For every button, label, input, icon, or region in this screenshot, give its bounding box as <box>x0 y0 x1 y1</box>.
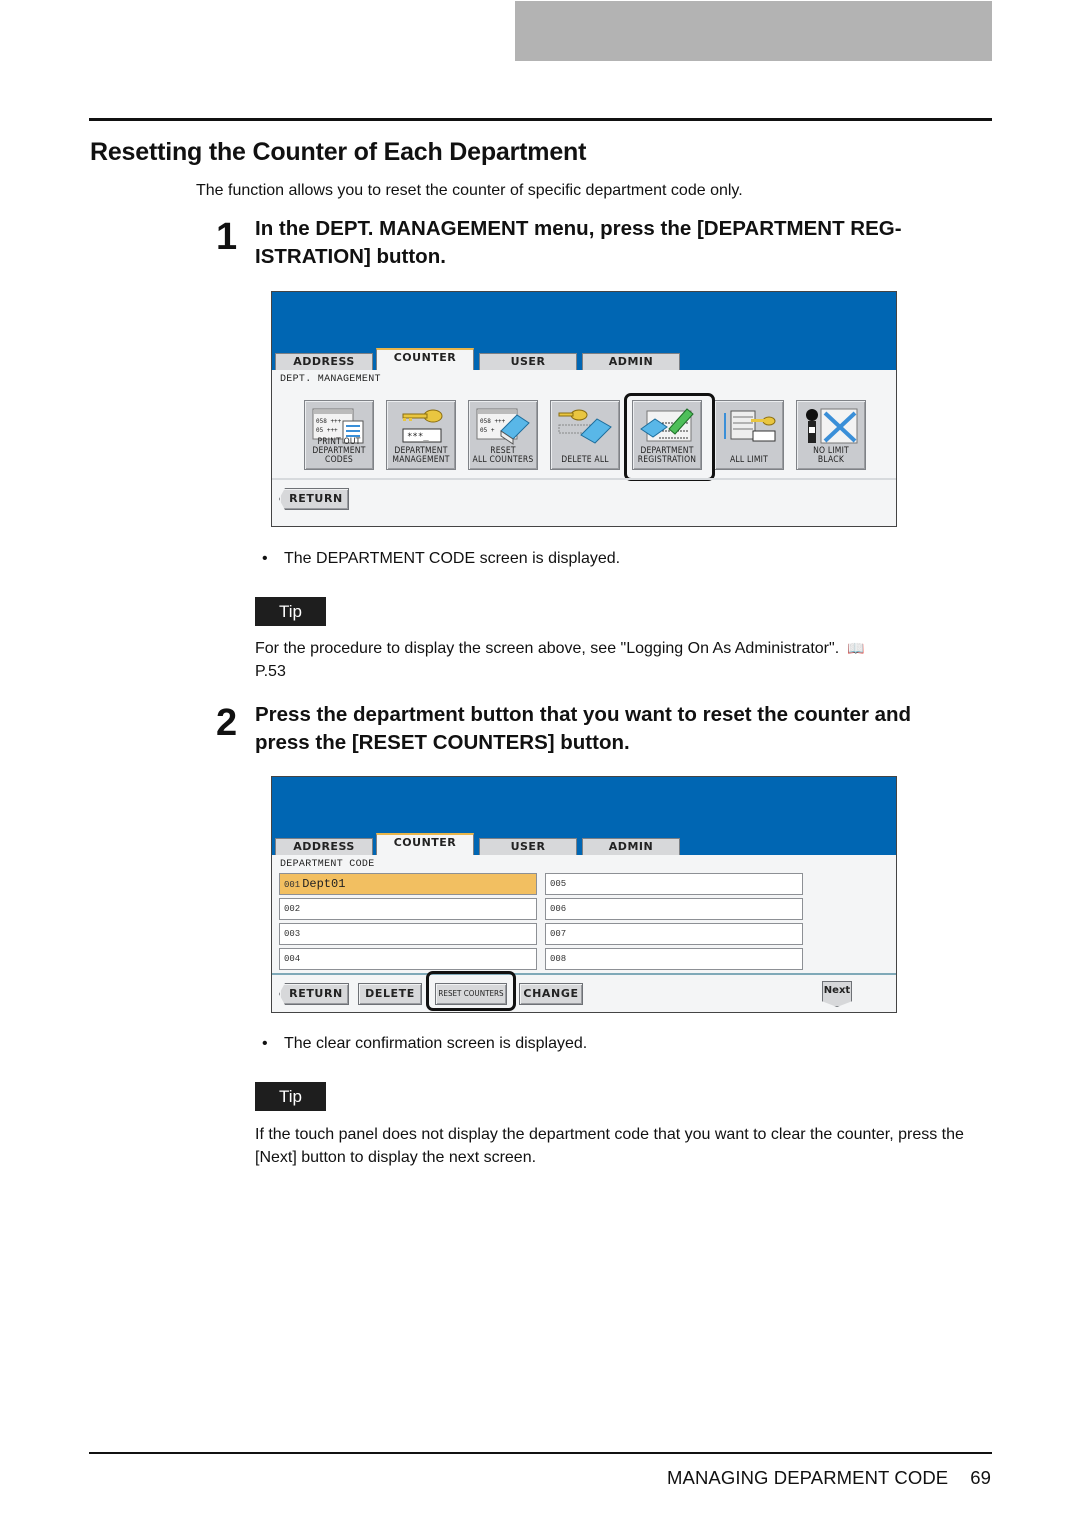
book-icon: 📖 <box>847 640 865 656</box>
page-number: 69 <box>970 1467 991 1488</box>
svg-text:05 +++: 05 +++ <box>316 427 338 434</box>
delete-all-button[interactable]: DELETE ALL <box>550 400 620 470</box>
intro-text: The function allows you to reset the cou… <box>196 182 743 199</box>
tab-user[interactable]: USER <box>479 838 577 855</box>
tab-counter[interactable]: COUNTER <box>376 348 474 370</box>
page-footer: MANAGING DEPARMENT CODE 69 <box>667 1467 991 1489</box>
toner-no-limit-icon <box>806 408 858 444</box>
department-cell[interactable]: 003 <box>279 923 537 945</box>
tip-badge: Tip <box>255 597 326 626</box>
function-label: PRINT OUT DEPARTMENT CODES <box>312 437 366 465</box>
tab-user[interactable]: USER <box>479 353 577 370</box>
function-label: NO LIMIT BLACK <box>813 446 849 465</box>
step-2-text: Press the department button that you wan… <box>255 703 912 754</box>
function-button-row: 058 +++ 05 +++ PRINT OUT DEPARTMENT CODE… <box>272 388 896 481</box>
department-management-button[interactable]: ***_ DEPARTMENT MANAGEMENT <box>386 400 456 470</box>
delete-button[interactable]: DELETE <box>358 983 422 1005</box>
section-title: Resetting the Counter of Each Department <box>90 138 587 166</box>
panel-header <box>272 292 896 348</box>
department-cell[interactable]: 008 <box>545 948 803 970</box>
reset-counters-icon: 058 +++ 05 + <box>476 408 530 445</box>
department-cell[interactable]: 006 <box>545 898 803 920</box>
paper-stack-key-icon <box>724 410 776 442</box>
bottom-bar: RETURN DELETE RESET COUNTERS CHANGE Next <box>272 971 896 1012</box>
department-cell[interactable]: 001 Dept01 <box>279 873 537 895</box>
step-1-result: • The DEPARTMENT CODE screen is displayed… <box>262 550 621 567</box>
department-grid: 001 Dept01 002 003 004 005 006 007 008 <box>272 873 896 973</box>
svg-text:058 +++: 058 +++ <box>480 418 506 425</box>
change-button[interactable]: CHANGE <box>519 983 583 1005</box>
reset-all-counters-button[interactable]: 058 +++ 05 + RESET ALL COUNTERS <box>468 400 538 470</box>
step-2-result: • The clear confirmation screen is displa… <box>262 1035 588 1052</box>
tip-badge: Tip <box>255 1082 326 1111</box>
function-label: RESET ALL COUNTERS <box>472 446 534 465</box>
tip-text: For the procedure to display the screen … <box>255 637 990 683</box>
tab-bar: ADDRESS COUNTER USER ADMIN <box>272 348 896 370</box>
function-label: DEPARTMENT MANAGEMENT <box>392 446 450 465</box>
department-cell[interactable]: 007 <box>545 923 803 945</box>
next-button[interactable]: Next <box>822 981 852 1007</box>
tab-admin[interactable]: ADMIN <box>582 838 680 855</box>
department-cell[interactable]: 002 <box>279 898 537 920</box>
step-1-number: 1 <box>216 216 238 258</box>
touch-panel-dept-management: ADDRESS COUNTER USER ADMIN DEPT. MANAGEM… <box>271 291 897 527</box>
chapter-title: MANAGING DEPARMENT CODE <box>667 1467 949 1488</box>
print-out-department-codes-button[interactable]: 058 +++ 05 +++ PRINT OUT DEPARTMENT CODE… <box>304 400 374 470</box>
department-cell[interactable]: 005 <box>545 873 803 895</box>
bottom-rule <box>89 1452 992 1454</box>
screen-label: DEPT. MANAGEMENT <box>280 374 381 385</box>
svg-text:05 +: 05 + <box>480 427 495 434</box>
tab-address[interactable]: ADDRESS <box>275 838 373 855</box>
return-button[interactable]: RETURN <box>279 983 349 1005</box>
chapter-header-block <box>515 1 992 61</box>
top-rule <box>89 118 992 121</box>
no-limit-black-button[interactable]: NO LIMIT BLACK <box>796 400 866 470</box>
all-limit-button[interactable]: ALL LIMIT <box>714 400 784 470</box>
highlight-ring <box>426 971 516 1011</box>
department-cell[interactable]: 004 <box>279 948 537 970</box>
svg-text:***_: ***_ <box>407 432 429 442</box>
tip-text: If the touch panel does not display the … <box>255 1126 964 1166</box>
screen-label: DEPARTMENT CODE <box>280 859 375 870</box>
key-eraser-icon <box>558 409 612 444</box>
svg-text:058 +++: 058 +++ <box>316 418 342 425</box>
touch-panel-department-code: ADDRESS COUNTER USER ADMIN DEPARTMENT CO… <box>271 776 897 1013</box>
page-reference[interactable]: P.53 <box>255 663 286 680</box>
return-button[interactable]: RETURN <box>279 488 349 510</box>
key-password-icon: ***_ <box>402 409 443 443</box>
step-1-text: In the DEPT. MANAGEMENT menu, press the … <box>255 217 902 268</box>
function-label: ALL LIMIT <box>729 455 768 465</box>
tab-counter[interactable]: COUNTER <box>376 833 474 855</box>
tab-bar: ADDRESS COUNTER USER ADMIN <box>272 833 896 855</box>
tab-address[interactable]: ADDRESS <box>275 353 373 370</box>
tab-admin[interactable]: ADMIN <box>582 353 680 370</box>
highlight-ring <box>624 393 715 481</box>
step-2-number: 2 <box>216 702 238 744</box>
function-label: DELETE ALL <box>561 455 609 465</box>
panel-header <box>272 777 896 833</box>
bottom-bar: RETURN <box>272 478 896 518</box>
